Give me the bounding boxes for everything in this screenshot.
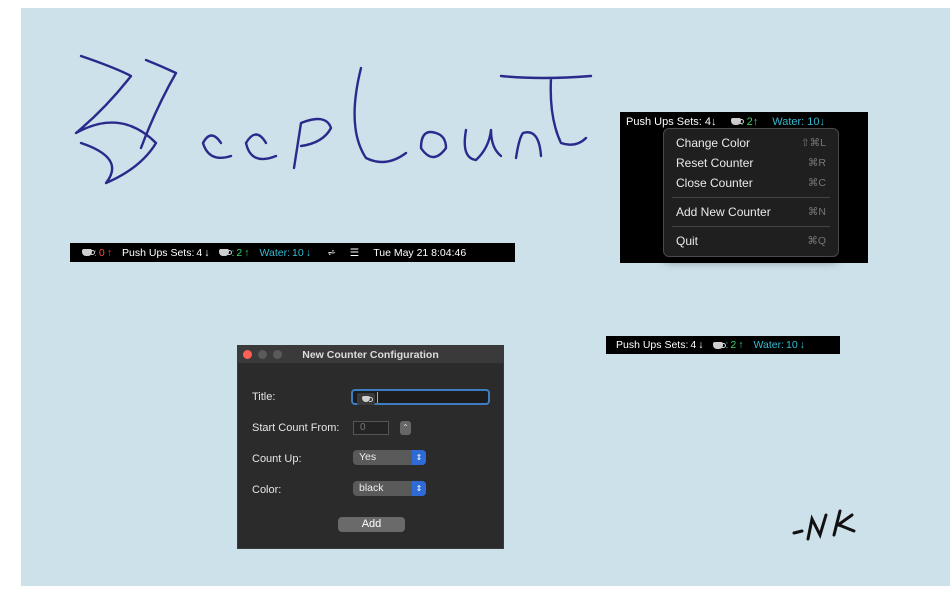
arrow-up-icon: ↑ [106, 246, 113, 259]
title-input[interactable] [351, 389, 490, 405]
cup-count: 2 [236, 246, 243, 259]
coffee-count: 0 [98, 246, 105, 259]
menu-item-close-counter[interactable]: Close Counter ⌘C [664, 173, 838, 193]
cup-counter[interactable]: : 2 ↑ [713, 339, 743, 351]
menubar-main: : 0 ↑ Push Ups Sets: 4 ↓ : 2 ↑ Water: 10… [70, 243, 515, 262]
menu-separator [672, 197, 830, 198]
arrow-down-icon: ↓ [698, 339, 704, 351]
pushups-label: Push Ups Sets: [616, 339, 689, 351]
arrow-down-icon: ↓ [204, 246, 210, 259]
start-count-label: Start Count From: [252, 422, 340, 434]
cup-counter[interactable]: : 2 ↑ [219, 246, 250, 259]
count-up-select[interactable]: Yes ⇕ [353, 450, 426, 465]
menu-item-add-new-counter[interactable]: Add New Counter ⌘N [664, 202, 838, 222]
water-count: 10 [786, 339, 798, 351]
arrow-up-icon: ↑ [738, 339, 744, 351]
water-counter[interactable]: Water: 10 ↓ [753, 339, 804, 351]
arrow-down-icon: ↓ [799, 339, 805, 351]
header-cup: : 2↑ [730, 116, 758, 128]
menu-item-reset-counter[interactable]: Reset Counter ⌘R [664, 153, 838, 173]
header-water: Water: 10↓ [772, 116, 826, 128]
water-count: 10 [292, 246, 304, 259]
header-pushups: Push Ups Sets: 4↓ [626, 116, 717, 128]
cup-count: 2 [730, 339, 737, 351]
text-caret [377, 392, 378, 403]
menu-header: Push Ups Sets: 4↓ : 2↑ Water: 10↓ [626, 116, 825, 128]
cup-icon [219, 249, 233, 256]
author-signature [792, 509, 856, 541]
pushups-count: 4 [196, 246, 203, 259]
title-label: Title: [252, 391, 276, 403]
control-center-icon[interactable]: ☰ [350, 247, 359, 259]
color-label: Color: [252, 484, 282, 496]
emoji-picker-icon[interactable] [357, 393, 375, 405]
menu-separator [672, 226, 830, 227]
coffee-icon [82, 249, 95, 256]
water-label: Water: [259, 246, 291, 259]
cup-icon [730, 118, 744, 125]
new-counter-dialog: New Counter Configuration Title: Start C… [237, 345, 504, 549]
dialog-titlebar: New Counter Configuration [238, 346, 503, 363]
menubar-clock[interactable]: Tue May 21 8:04:46 [373, 247, 466, 259]
pushups-counter[interactable]: Push Ups Sets: 4 ↓ [122, 247, 209, 259]
dialog-title: New Counter Configuration [302, 348, 439, 361]
pushups-counter[interactable]: Push Ups Sets: 4 ↓ [616, 339, 703, 351]
beepcount-logo [74, 54, 593, 185]
menu-item-quit[interactable]: Quit ⌘Q [664, 231, 838, 251]
arrow-down-icon: ↓ [305, 246, 311, 259]
start-count-stepper[interactable]: ⌃ [400, 421, 411, 435]
counter-dropdown-menu: Change Color ⇧⌘L Reset Counter ⌘R Close Co… [663, 128, 839, 257]
network-icon[interactable]: ⩫ [327, 247, 336, 259]
chevron-updown-icon: ⇕ [412, 450, 426, 465]
add-button[interactable]: Add [338, 517, 405, 532]
color-select[interactable]: black ⇕ [353, 481, 426, 496]
menubar-small: Push Ups Sets: 4 ↓ : 2 ↑ Water: 10 ↓ [606, 336, 840, 354]
start-count-input[interactable]: 0 [353, 421, 389, 435]
arrow-up-icon: ↑ [244, 246, 250, 259]
pushups-label: Push Ups Sets: [122, 246, 195, 259]
pushups-count: 4 [690, 339, 697, 351]
menu-item-change-color[interactable]: Change Color ⇧⌘L [664, 133, 838, 153]
context-menu-screenshot: Push Ups Sets: 4↓ : 2↑ Water: 10↓ Change… [620, 112, 868, 263]
chevron-updown-icon: ⇕ [412, 481, 426, 496]
cup-icon [713, 341, 727, 349]
coffee-counter[interactable]: : 0 ↑ [82, 247, 112, 259]
count-up-label: Count Up: [252, 453, 302, 465]
water-label: Water: [753, 339, 785, 351]
water-counter[interactable]: Water: 10 ↓ [260, 247, 311, 259]
